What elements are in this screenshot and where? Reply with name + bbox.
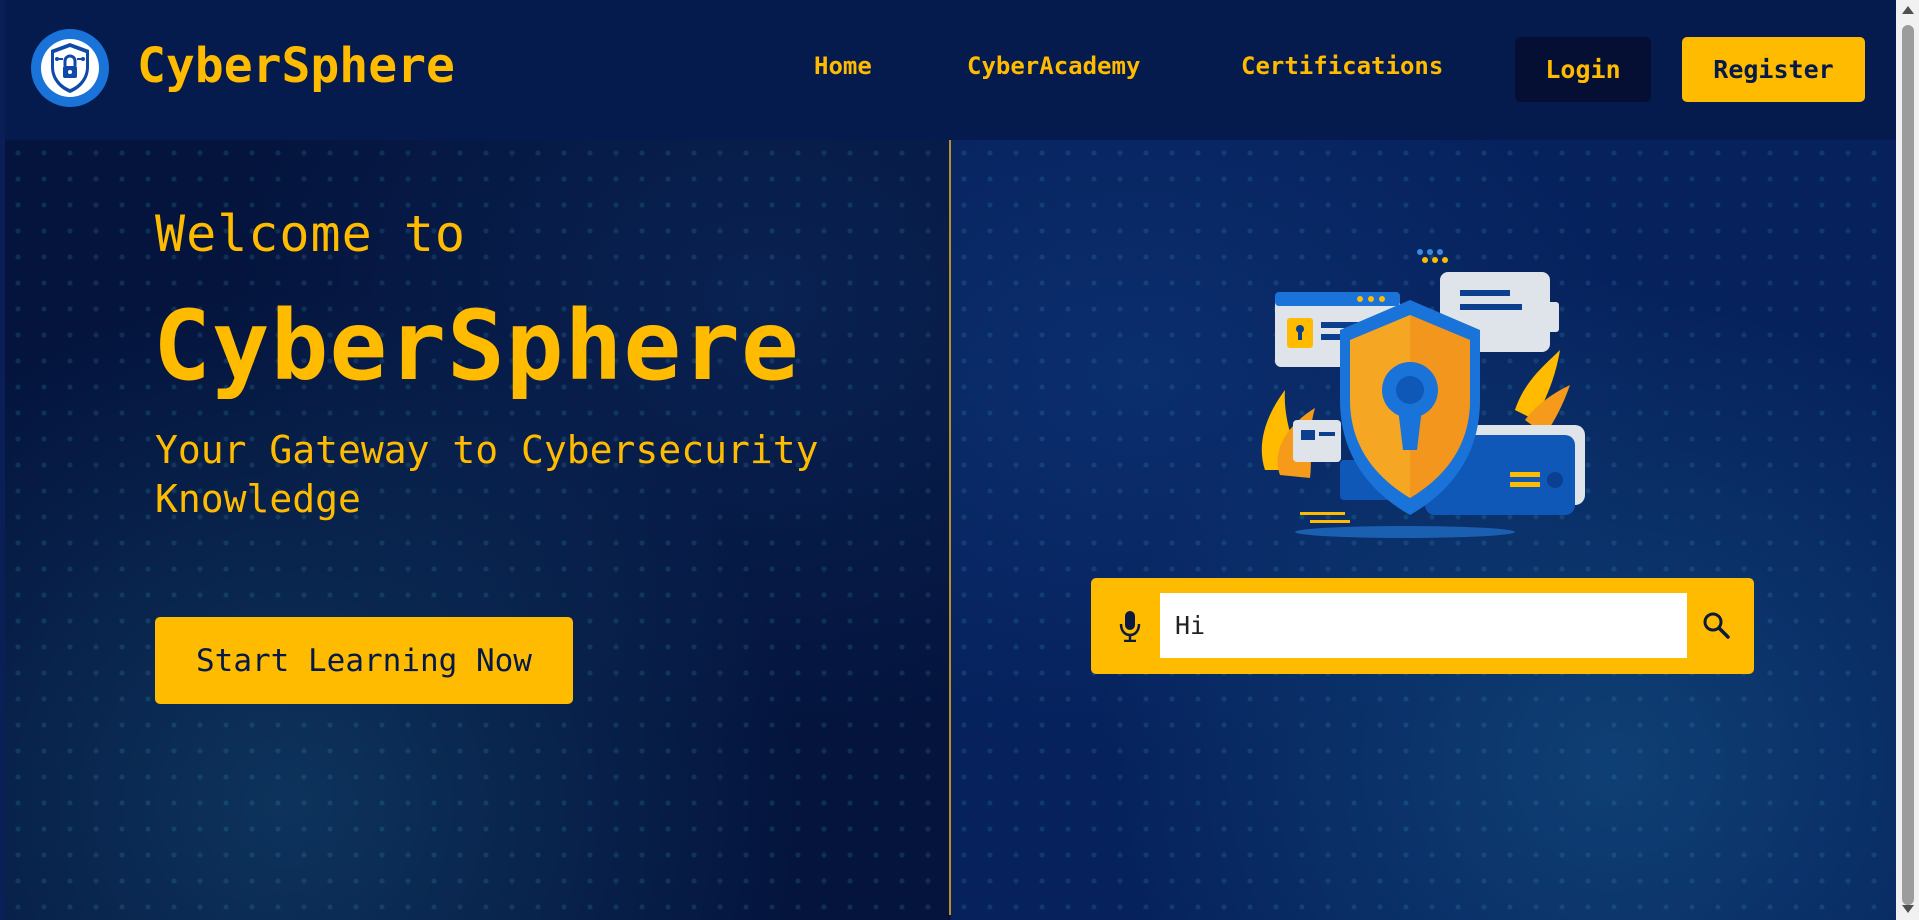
- scrollbar-thumb[interactable]: [1902, 25, 1914, 905]
- logo-shield-icon[interactable]: [31, 29, 109, 107]
- security-shield-illustration: [1225, 240, 1595, 545]
- scroll-down-icon[interactable]: [1902, 905, 1914, 913]
- tagline-line-1: Your Gateway to Cybersecurity: [155, 428, 819, 472]
- search-input[interactable]: [1160, 593, 1687, 658]
- welcome-text: Welcome to: [155, 205, 467, 263]
- hero-tagline: Your Gateway to Cybersecurity Knowledge: [155, 426, 855, 524]
- tagline-line-2: Knowledge: [155, 477, 361, 521]
- nav-home[interactable]: Home: [814, 52, 872, 80]
- hero-left-panel: [5, 140, 950, 920]
- scroll-up-icon[interactable]: [1902, 6, 1914, 14]
- microphone-icon[interactable]: [1117, 608, 1143, 644]
- nav-cyberacademy[interactable]: CyberAcademy: [967, 52, 1140, 80]
- start-learning-button[interactable]: Start Learning Now: [155, 617, 573, 704]
- hero-title: CyberSphere: [153, 290, 800, 402]
- brand-name[interactable]: CyberSphere: [137, 38, 455, 94]
- nav-certifications[interactable]: Certifications: [1241, 52, 1443, 80]
- search-icon[interactable]: [1700, 607, 1732, 643]
- register-button[interactable]: Register: [1682, 37, 1865, 102]
- login-button[interactable]: Login: [1515, 37, 1651, 102]
